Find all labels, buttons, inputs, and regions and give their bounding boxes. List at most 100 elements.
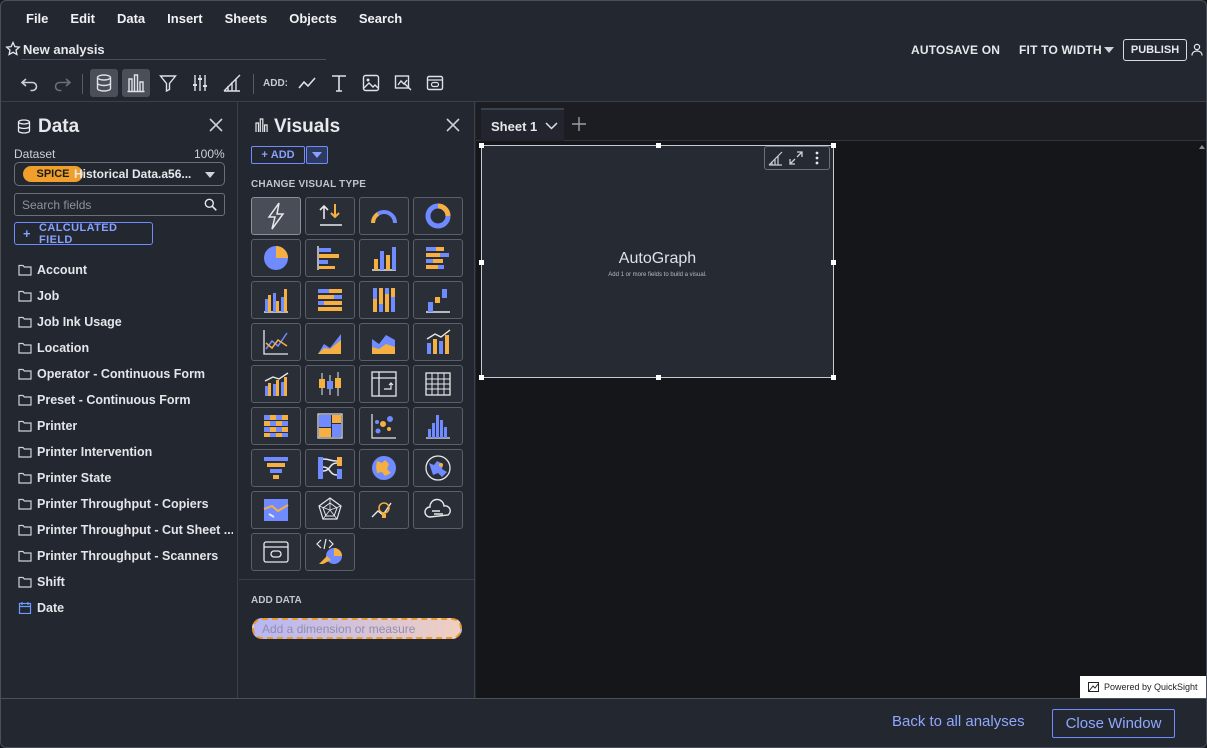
fit-to-width-select[interactable]: FIT TO WIDTH [1019, 43, 1102, 57]
visual-type-custom-visual[interactable] [251, 533, 301, 571]
visual-type-autograph[interactable] [251, 197, 301, 235]
chevron-down-icon[interactable] [545, 122, 558, 130]
calculated-field-button[interactable]: + CALCULATED FIELD [14, 222, 153, 246]
undo-button[interactable] [16, 69, 44, 97]
add-text-button[interactable] [325, 69, 353, 97]
menu-edit[interactable]: Edit [70, 11, 95, 26]
visual-type-bar-line-combo[interactable] [413, 323, 463, 361]
field-item[interactable]: Printer [18, 413, 233, 439]
star-icon[interactable] [5, 41, 21, 57]
visual-type-box-plot[interactable] [305, 365, 355, 403]
search-placeholder: Search fields [22, 198, 92, 212]
analysis-name[interactable]: New analysis [23, 42, 105, 57]
field-item[interactable]: Account [18, 257, 233, 283]
visual-type-gauge[interactable] [359, 197, 409, 235]
field-item[interactable]: Shift [18, 569, 233, 595]
field-item[interactable]: Printer Throughput - Cut Sheet ... [18, 517, 233, 543]
visuals-panel-button[interactable] [122, 69, 150, 97]
visual-type-waterfall[interactable] [413, 281, 463, 319]
resize-handle[interactable] [479, 375, 484, 380]
visual-type-stacked-percent-vbar[interactable] [359, 281, 409, 319]
resize-handle[interactable] [831, 375, 836, 380]
menu-search[interactable]: Search [359, 11, 402, 26]
menu-file[interactable]: File [26, 11, 48, 26]
resize-handle[interactable] [656, 143, 661, 148]
visual-type-histogram[interactable] [413, 407, 463, 445]
visual-type-sankey[interactable] [305, 449, 355, 487]
field-item[interactable]: Printer Intervention [18, 439, 233, 465]
field-item[interactable]: Printer State [18, 465, 233, 491]
field-item[interactable]: Job Ink Usage [18, 309, 233, 335]
add-embed-button[interactable] [421, 69, 449, 97]
visual-type-stacked-percent-hbar[interactable] [305, 281, 355, 319]
visual-type-insight[interactable] [359, 491, 409, 529]
search-fields-input[interactable]: Search fields [14, 193, 225, 216]
visual-type-donut[interactable] [413, 197, 463, 235]
user-icon[interactable] [1191, 43, 1203, 56]
field-item[interactable]: Preset - Continuous Form [18, 387, 233, 413]
visual-type-radar-chart[interactable] [305, 491, 355, 529]
autograph-visual[interactable]: AutoGraph Add 1 or more fields to build … [479, 143, 836, 380]
redo-button[interactable] [48, 69, 76, 97]
visual-type-geospatial-map[interactable] [251, 491, 301, 529]
resize-handle[interactable] [831, 143, 836, 148]
field-item[interactable]: Job [18, 283, 233, 309]
dataset-select[interactable]: SPICE Historical Data.a56... [14, 162, 225, 186]
more-options-icon[interactable] [813, 151, 821, 165]
add-visual-button[interactable]: + ADD [251, 146, 305, 164]
visual-type-points-map[interactable] [413, 449, 463, 487]
visual-type-clustered-combo[interactable] [251, 365, 301, 403]
field-item[interactable]: Operator - Continuous Form [18, 361, 233, 387]
visual-type-funnel[interactable] [251, 449, 301, 487]
add-insight-button[interactable] [389, 69, 417, 97]
add-visual-dropdown[interactable] [306, 146, 328, 164]
field-drop-zone[interactable]: Add a dimension or measure [252, 618, 462, 639]
visual-type-area-chart[interactable] [305, 323, 355, 361]
visual-type-heat-map[interactable] [251, 407, 301, 445]
insights-icon[interactable] [768, 151, 783, 166]
field-item[interactable]: Printer Throughput - Scanners [18, 543, 233, 569]
close-window-button[interactable]: Close Window [1052, 709, 1175, 738]
scroll-up-icon[interactable] [1199, 145, 1205, 149]
data-panel-button[interactable] [90, 69, 118, 97]
visual-type-table[interactable] [413, 365, 463, 403]
field-item[interactable]: Printer Throughput - Copiers [18, 491, 233, 517]
controls-button[interactable] [186, 69, 214, 97]
visual-type-stacked-area[interactable] [359, 323, 409, 361]
field-item[interactable]: Location [18, 335, 233, 361]
field-item[interactable]: Date [18, 595, 233, 621]
visual-type-vertical-bar[interactable] [359, 239, 409, 277]
close-icon[interactable] [209, 118, 223, 132]
radar-chart-icon [318, 497, 342, 520]
menu-data[interactable]: Data [117, 11, 145, 26]
expand-icon[interactable] [789, 151, 803, 165]
add-visual-button[interactable] [293, 69, 321, 97]
visual-type-filled-map[interactable] [359, 449, 409, 487]
autosave-toggle[interactable]: AUTOSAVE ON [911, 43, 1000, 57]
visual-type-clustered-bar[interactable] [251, 281, 301, 319]
add-sheet-icon[interactable] [572, 117, 586, 131]
publish-button[interactable]: PUBLISH [1123, 39, 1187, 61]
visual-type-stacked-hbar[interactable] [413, 239, 463, 277]
visual-type-line-chart[interactable] [251, 323, 301, 361]
visual-type-scatter-plot[interactable] [359, 407, 409, 445]
visual-type-kpi[interactable] [305, 197, 355, 235]
filter-button[interactable] [154, 69, 182, 97]
close-icon[interactable] [446, 118, 460, 132]
visual-type-horizontal-bar[interactable] [305, 239, 355, 277]
menu-sheets[interactable]: Sheets [225, 11, 268, 26]
visual-type-pivot-table[interactable] [359, 365, 409, 403]
fit-chevron-down-icon[interactable] [1104, 47, 1114, 53]
menu-objects[interactable]: Objects [289, 11, 337, 26]
visual-type-word-cloud[interactable] [413, 491, 463, 529]
tab-sheet-1[interactable]: Sheet 1 [481, 108, 564, 141]
insights-button[interactable] [218, 69, 246, 97]
visual-type-tree-map[interactable] [305, 407, 355, 445]
visual-type-pie[interactable] [251, 239, 301, 277]
resize-handle[interactable] [479, 143, 484, 148]
menu-insert[interactable]: Insert [167, 11, 202, 26]
back-to-analyses-link[interactable]: Back to all analyses [892, 713, 1025, 730]
visual-type-highcharts[interactable] [305, 533, 355, 571]
resize-handle[interactable] [656, 375, 661, 380]
add-image-button[interactable] [357, 69, 385, 97]
